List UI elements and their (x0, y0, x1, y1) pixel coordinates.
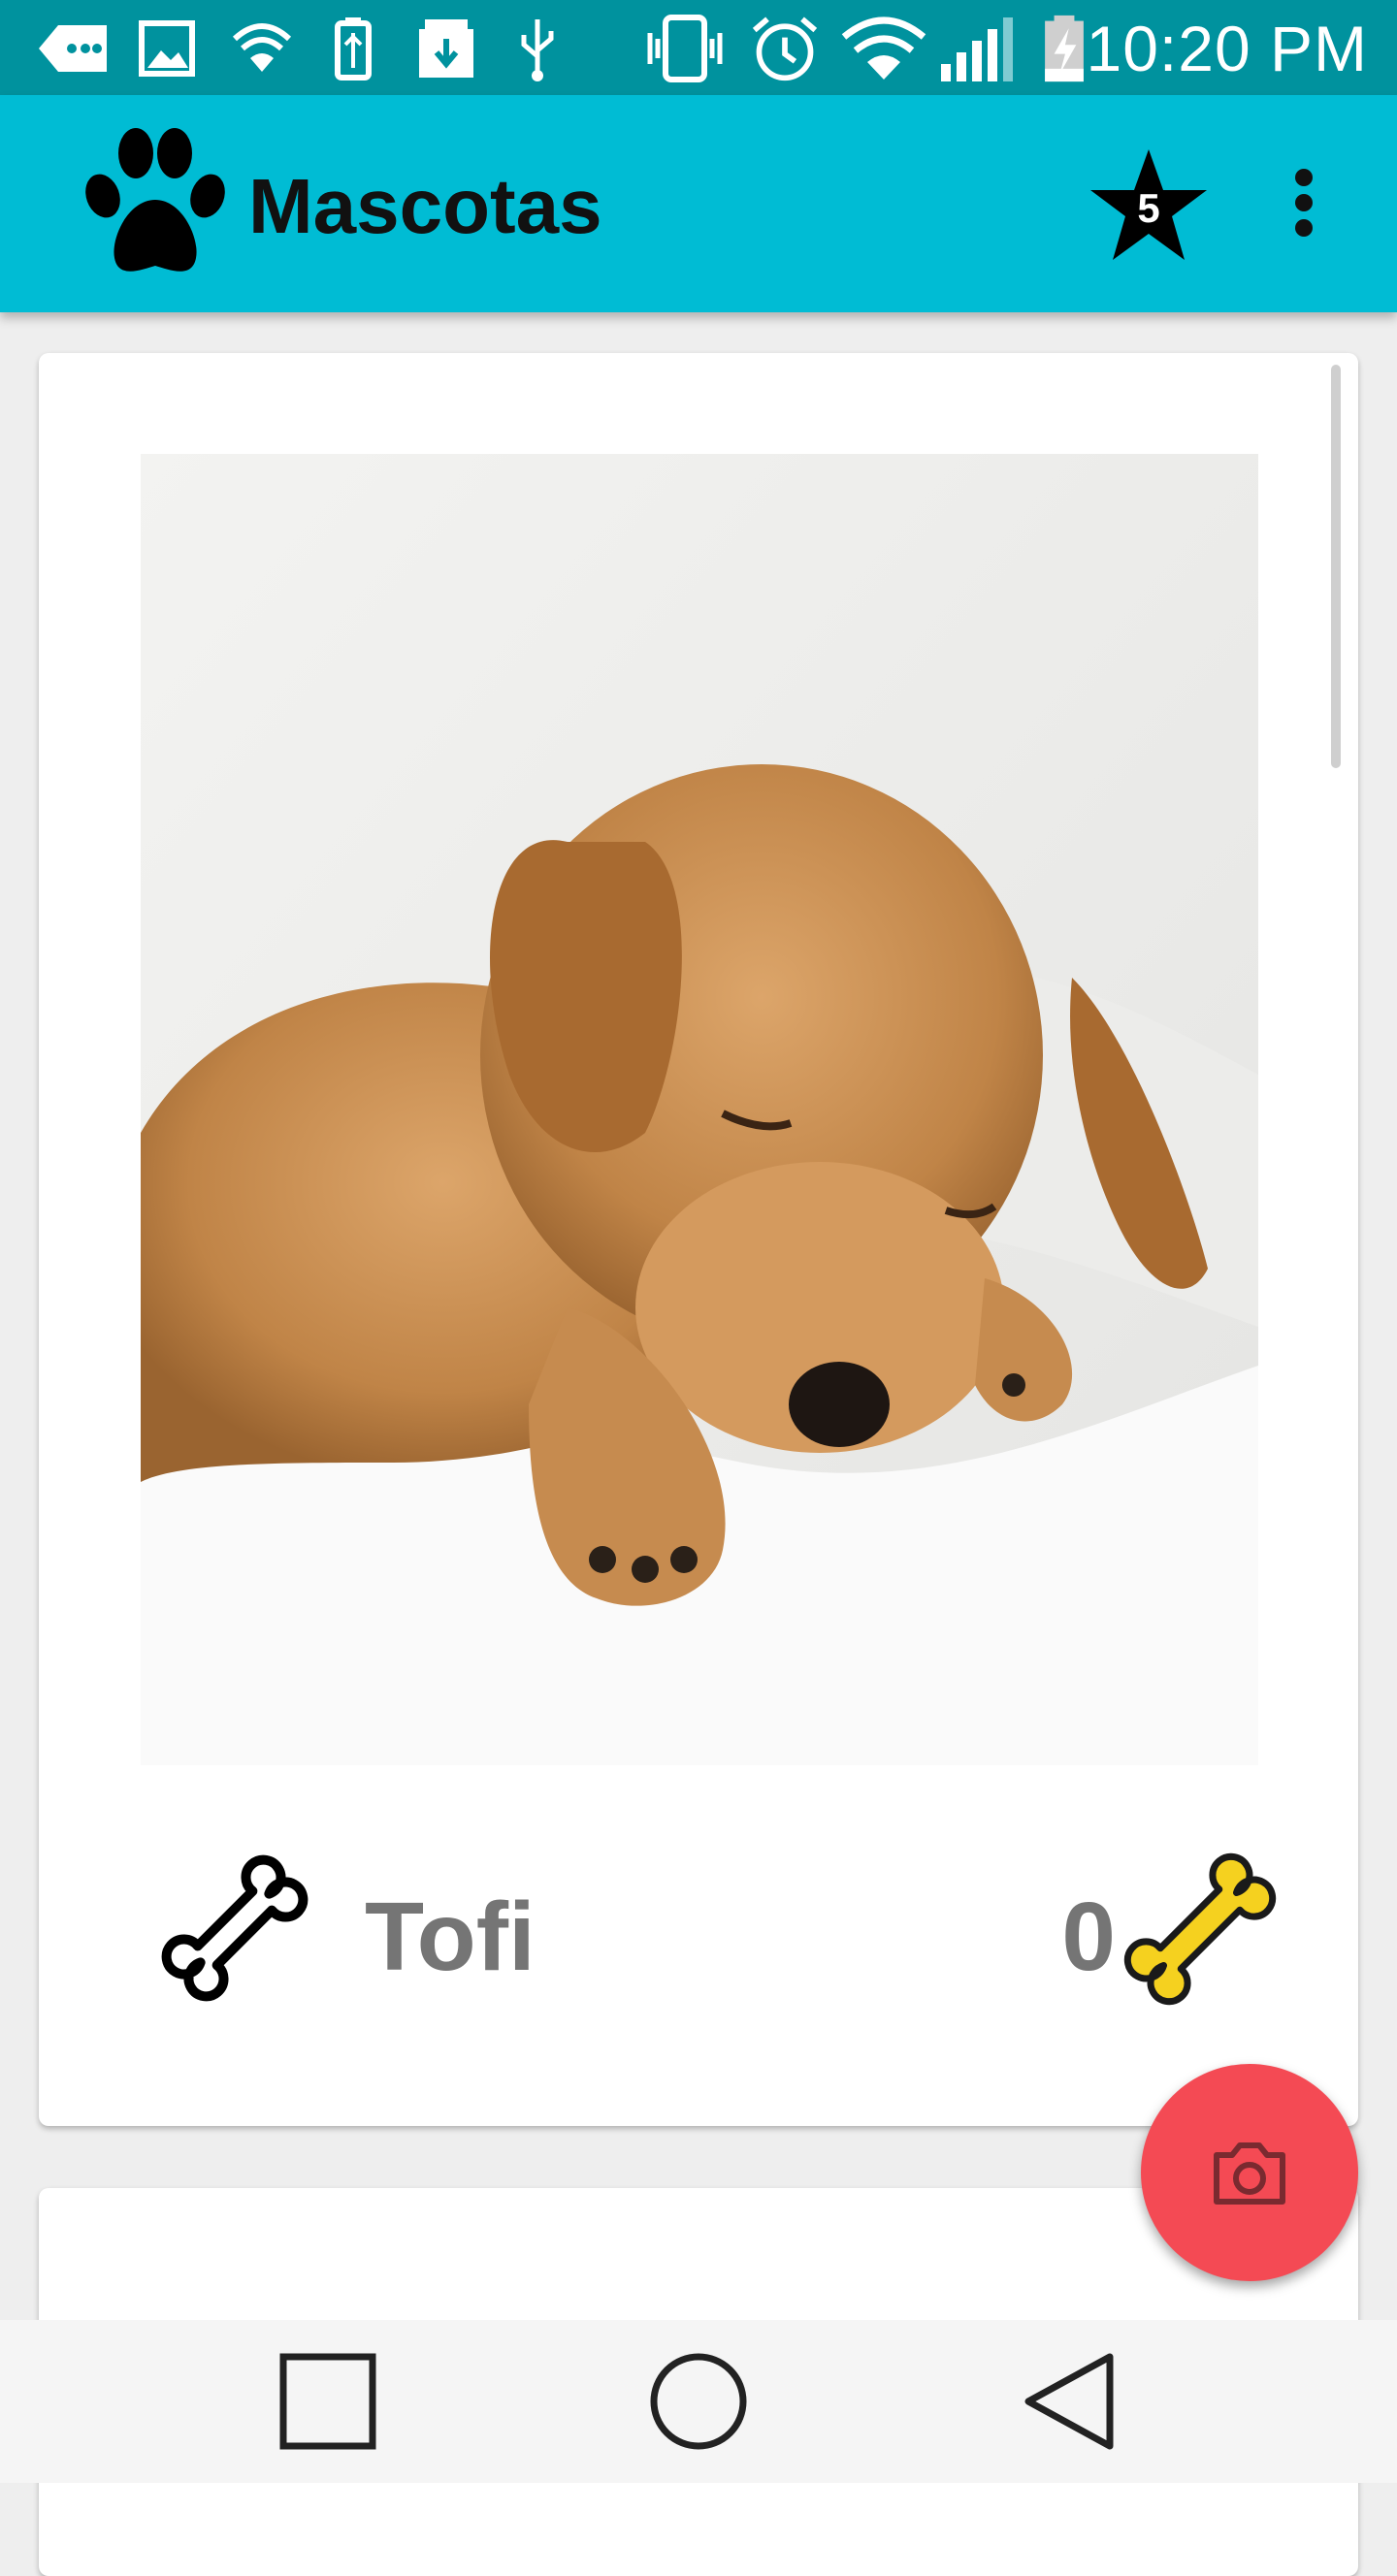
message-icon (39, 25, 107, 72)
more-vert-icon (1295, 169, 1313, 186)
status-bar: 10:20 PM (0, 0, 1397, 95)
battery-charging-icon (1045, 15, 1084, 82)
wifi-secure-icon (232, 23, 292, 72)
app-bar: Mascotas 5 (0, 95, 1397, 312)
wifi-icon (841, 16, 926, 80)
recents-icon[interactable] (270, 2343, 386, 2460)
usb-icon (521, 19, 554, 81)
alarm-icon (752, 16, 818, 81)
scrollbar[interactable] (1331, 365, 1341, 768)
like-button[interactable] (1118, 1847, 1283, 2012)
camera-icon (1214, 2142, 1285, 2205)
bone-filled-icon (1123, 1852, 1277, 2006)
clock: 10:20 PM (1086, 13, 1368, 84)
overflow-menu-button[interactable] (1271, 149, 1339, 256)
vibrate-icon (647, 15, 723, 82)
more-vert-dot (1295, 219, 1313, 237)
pet-card[interactable]: Tofi 0 (39, 353, 1358, 2126)
navigation-bar (0, 2320, 1397, 2483)
pet-name: Tofi (365, 1883, 536, 1991)
favorites-count: 5 (1137, 185, 1160, 231)
camera-fab[interactable] (1141, 2064, 1358, 2281)
favorites-button[interactable]: 5 (1087, 145, 1211, 266)
back-icon[interactable] (1013, 2343, 1129, 2460)
bone-icon (161, 1854, 309, 2002)
paw-icon (85, 128, 225, 272)
image-icon (139, 20, 195, 77)
pet-photo (141, 454, 1258, 1765)
pet-likes-count: 0 (1061, 1883, 1116, 1991)
app-title: Mascotas (248, 163, 602, 249)
usb-battery-icon (335, 17, 372, 80)
more-vert-dot (1295, 194, 1313, 211)
download-icon (419, 19, 473, 78)
sleeping-puppy-photo (141, 454, 1258, 1765)
home-icon[interactable] (640, 2343, 757, 2460)
signal-icon (941, 17, 1013, 81)
